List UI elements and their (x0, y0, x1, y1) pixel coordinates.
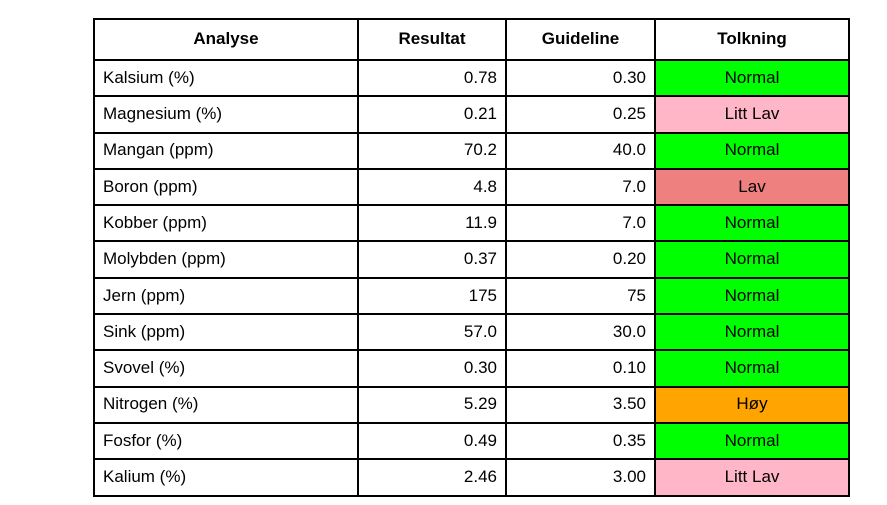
cell-resultat: 0.21 (357, 95, 507, 134)
table-header-row: Analyse Resultat Guideline Tolkning (93, 18, 850, 61)
cell-analyse: Kobber (ppm) (93, 204, 359, 243)
cell-analyse: Sink (ppm) (93, 313, 359, 352)
cell-resultat: 4.8 (357, 167, 507, 207)
cell-analyse: Kalsium (%) (93, 58, 359, 98)
status-badge: Normal (654, 204, 850, 243)
cell-analyse: Jern (ppm) (93, 276, 359, 316)
table-row: Molybden (ppm) 0.37 0.20 Normal (93, 240, 850, 279)
table-row: Magnesium (%) 0.21 0.25 Litt Lav (93, 95, 850, 134)
status-badge: Høy (654, 385, 850, 424)
table-row: Kobber (ppm) 11.9 7.0 Normal (93, 204, 850, 243)
status-badge: Litt Lav (654, 458, 850, 497)
status-badge: Normal (654, 276, 850, 316)
status-badge: Normal (654, 131, 850, 170)
cell-resultat: 70.2 (357, 131, 507, 170)
cell-resultat: 0.78 (357, 58, 507, 98)
cell-analyse: Mangan (ppm) (93, 131, 359, 170)
cell-resultat: 0.37 (357, 240, 507, 279)
cell-guideline: 0.10 (505, 349, 656, 388)
status-badge: Normal (654, 240, 850, 279)
cell-resultat: 2.46 (357, 458, 507, 497)
cell-guideline: 30.0 (505, 313, 656, 352)
cell-resultat: 175 (357, 276, 507, 316)
column-header-guideline: Guideline (505, 18, 656, 61)
cell-resultat: 0.49 (357, 421, 507, 461)
table-row: Jern (ppm) 175 75 Normal (93, 276, 850, 316)
cell-guideline: 0.35 (505, 421, 656, 461)
cell-guideline: 3.50 (505, 385, 656, 424)
column-header-tolkning: Tolkning (654, 18, 850, 61)
table-body: Kalsium (%) 0.78 0.30 Normal Magnesium (%) 0.… (93, 58, 850, 497)
table-row: Kalium (%) 2.46 3.00 Litt Lav (93, 458, 850, 497)
cell-analyse: Molybden (ppm) (93, 240, 359, 279)
table-row: Sink (ppm) 57.0 30.0 Normal (93, 313, 850, 352)
cell-guideline: 7.0 (505, 167, 656, 207)
analysis-table-container: Analyse Resultat Guideline Tolkning Kals… (93, 18, 850, 497)
status-badge: Normal (654, 421, 850, 461)
cell-guideline: 7.0 (505, 204, 656, 243)
cell-guideline: 0.25 (505, 95, 656, 134)
cell-analyse: Svovel (%) (93, 349, 359, 388)
cell-analyse: Nitrogen (%) (93, 385, 359, 424)
status-badge: Normal (654, 349, 850, 388)
cell-analyse: Magnesium (%) (93, 95, 359, 134)
cell-guideline: 75 (505, 276, 656, 316)
cell-analyse: Kalium (%) (93, 458, 359, 497)
table-header: Analyse Resultat Guideline Tolkning (93, 18, 850, 61)
column-header-resultat: Resultat (357, 18, 507, 61)
table-row: Kalsium (%) 0.78 0.30 Normal (93, 58, 850, 98)
cell-resultat: 11.9 (357, 204, 507, 243)
cell-guideline: 40.0 (505, 131, 656, 170)
table-row: Fosfor (%) 0.49 0.35 Normal (93, 421, 850, 461)
table-row: Mangan (ppm) 70.2 40.0 Normal (93, 131, 850, 170)
table-row: Boron (ppm) 4.8 7.0 Lav (93, 167, 850, 207)
cell-guideline: 0.30 (505, 58, 656, 98)
cell-resultat: 57.0 (357, 313, 507, 352)
cell-resultat: 0.30 (357, 349, 507, 388)
analysis-table: Analyse Resultat Guideline Tolkning Kals… (93, 18, 850, 497)
status-badge: Normal (654, 313, 850, 352)
cell-guideline: 3.00 (505, 458, 656, 497)
table-row: Svovel (%) 0.30 0.10 Normal (93, 349, 850, 388)
cell-resultat: 5.29 (357, 385, 507, 424)
cell-guideline: 0.20 (505, 240, 656, 279)
column-header-analyse: Analyse (93, 18, 359, 61)
table-row: Nitrogen (%) 5.29 3.50 Høy (93, 385, 850, 424)
status-badge: Litt Lav (654, 95, 850, 134)
cell-analyse: Boron (ppm) (93, 167, 359, 207)
cell-analyse: Fosfor (%) (93, 421, 359, 461)
status-badge: Normal (654, 58, 850, 98)
status-badge: Lav (654, 167, 850, 207)
